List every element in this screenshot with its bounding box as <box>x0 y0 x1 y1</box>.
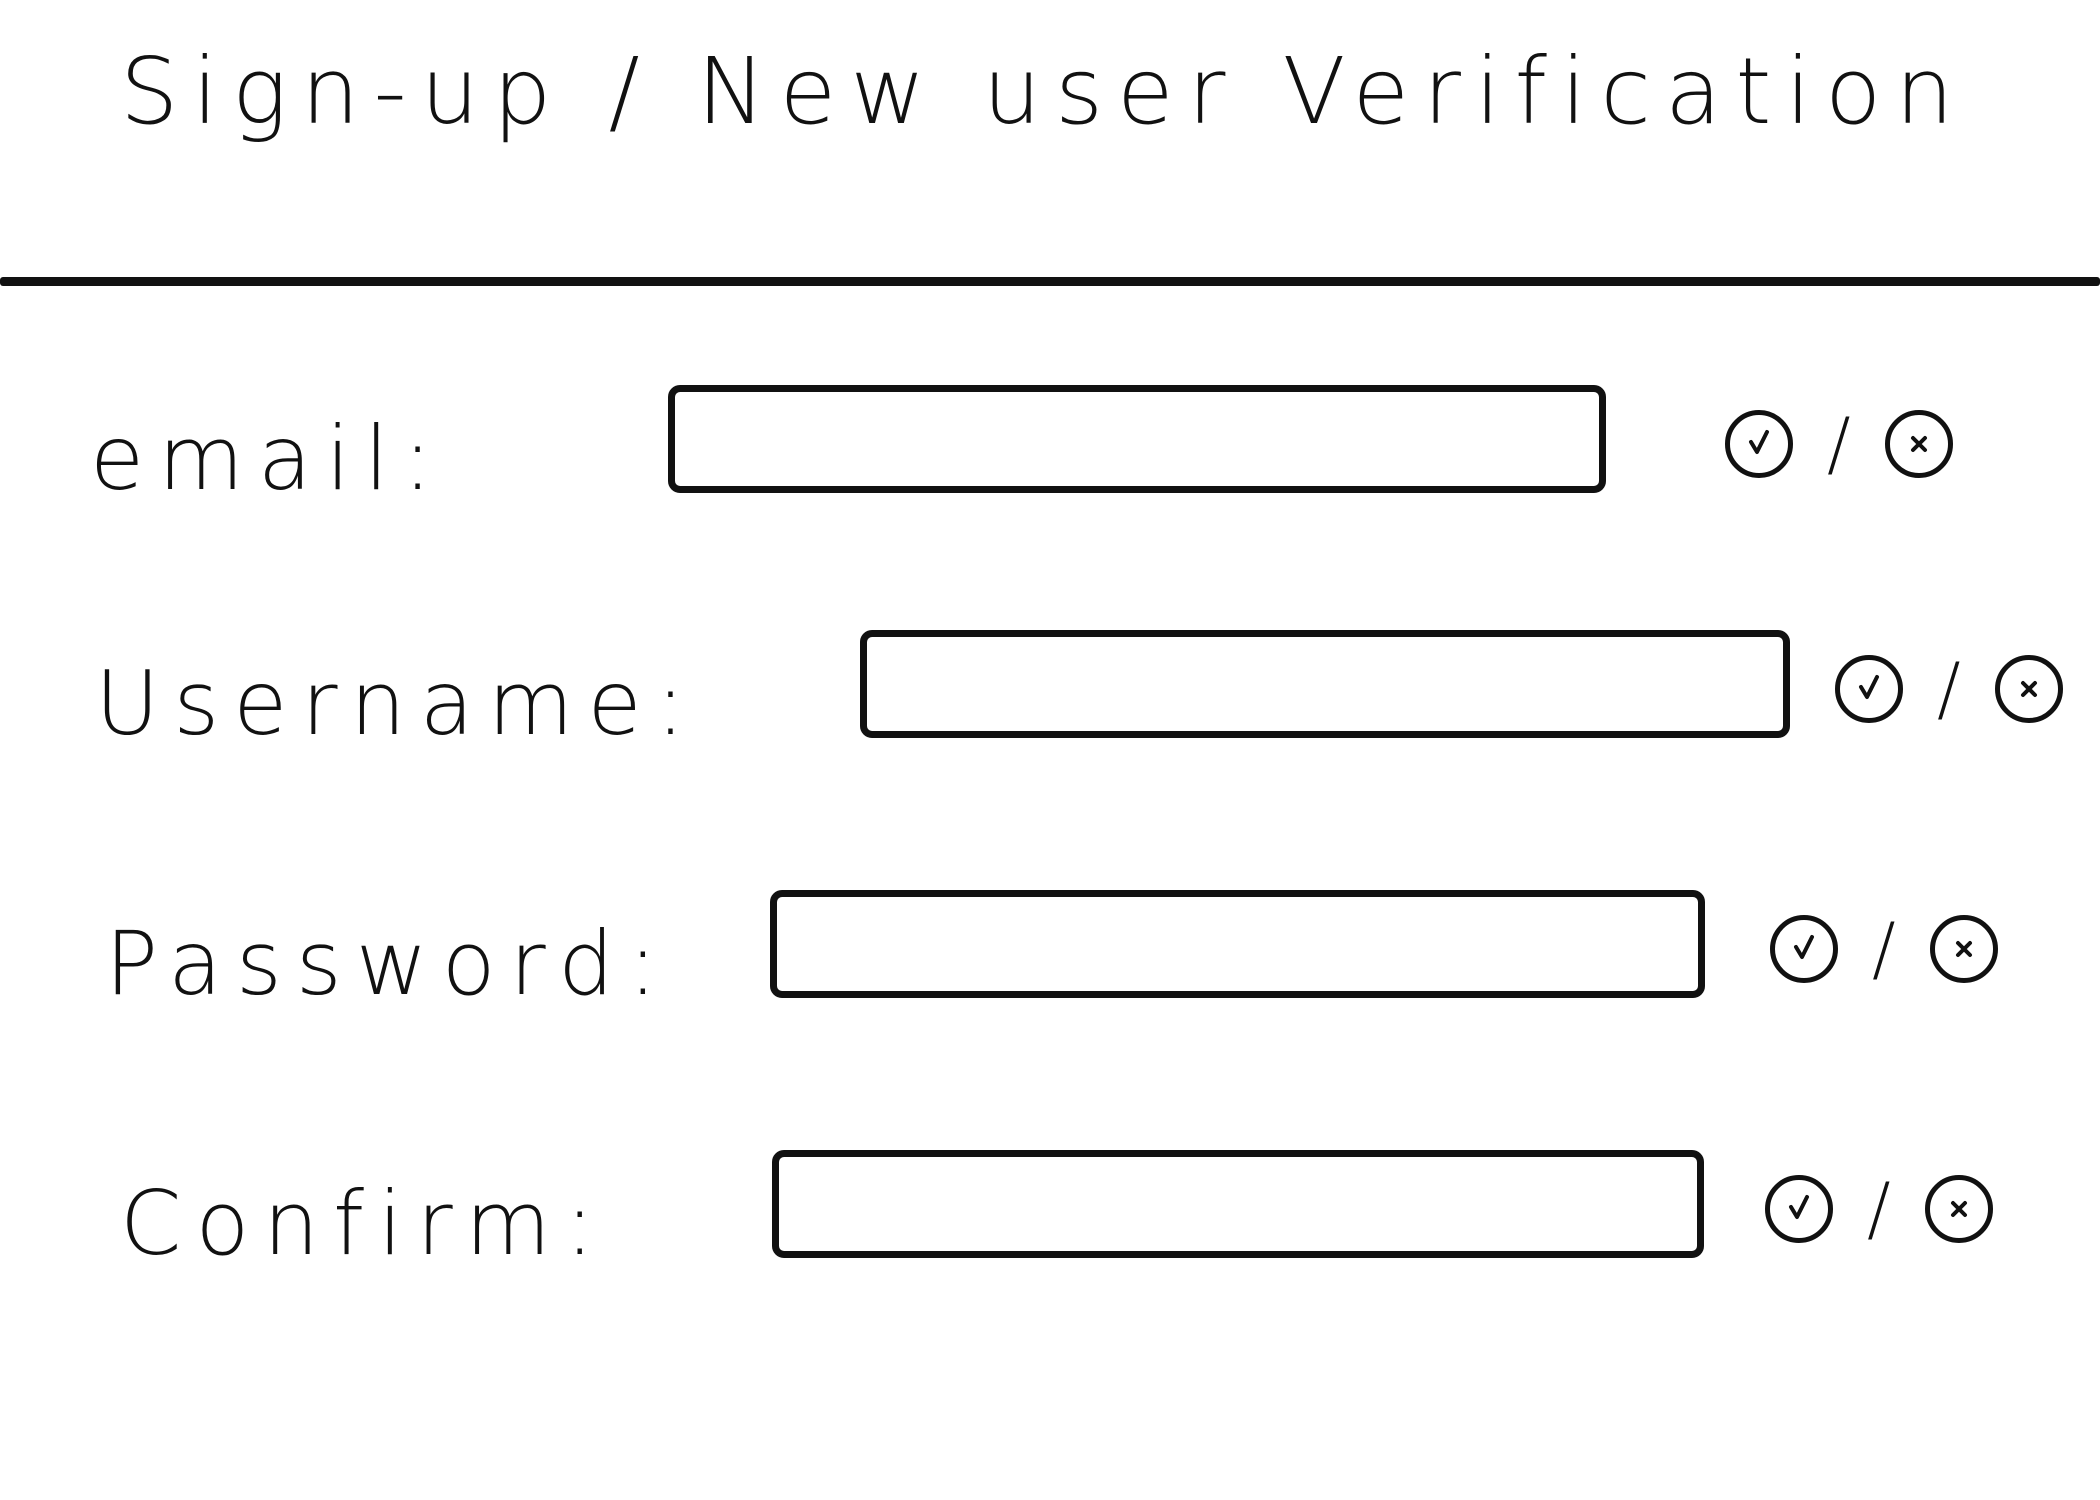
confirm-validation-status: / <box>1765 1174 1993 1244</box>
username-validation-status: / <box>1835 654 2063 724</box>
email-field[interactable] <box>668 385 1606 493</box>
username-field[interactable] <box>860 630 1790 738</box>
confirm-row: Confirm: / <box>0 1150 2100 1290</box>
username-label: Username: <box>95 652 700 755</box>
status-separator: / <box>1867 1168 1891 1250</box>
page-title: Sign-up / New user Verification <box>120 38 1968 145</box>
x-circle-icon[interactable] <box>1994 655 2063 723</box>
status-separator: / <box>1937 648 1961 730</box>
x-circle-icon[interactable] <box>1929 915 1998 983</box>
email-label: email: <box>90 407 447 510</box>
password-label: Password: <box>105 912 672 1015</box>
check-circle-icon[interactable] <box>1765 1175 1833 1243</box>
password-validation-status: / <box>1770 914 1998 984</box>
username-row: Username: / <box>0 630 2100 770</box>
check-circle-icon[interactable] <box>1835 655 1903 723</box>
password-field[interactable] <box>770 890 1705 998</box>
status-separator: / <box>1872 908 1896 990</box>
header-divider <box>0 277 2100 286</box>
x-circle-icon[interactable] <box>1924 1175 1993 1243</box>
email-row: email: / <box>0 385 2100 525</box>
x-circle-icon[interactable] <box>1884 410 1953 478</box>
confirm-label: Confirm: <box>120 1172 609 1275</box>
check-circle-icon[interactable] <box>1770 915 1838 983</box>
status-separator: / <box>1827 403 1851 485</box>
confirm-password-field[interactable] <box>772 1150 1704 1258</box>
password-row: Password: / <box>0 890 2100 1030</box>
check-circle-icon[interactable] <box>1725 410 1793 478</box>
email-validation-status: / <box>1725 409 1953 479</box>
